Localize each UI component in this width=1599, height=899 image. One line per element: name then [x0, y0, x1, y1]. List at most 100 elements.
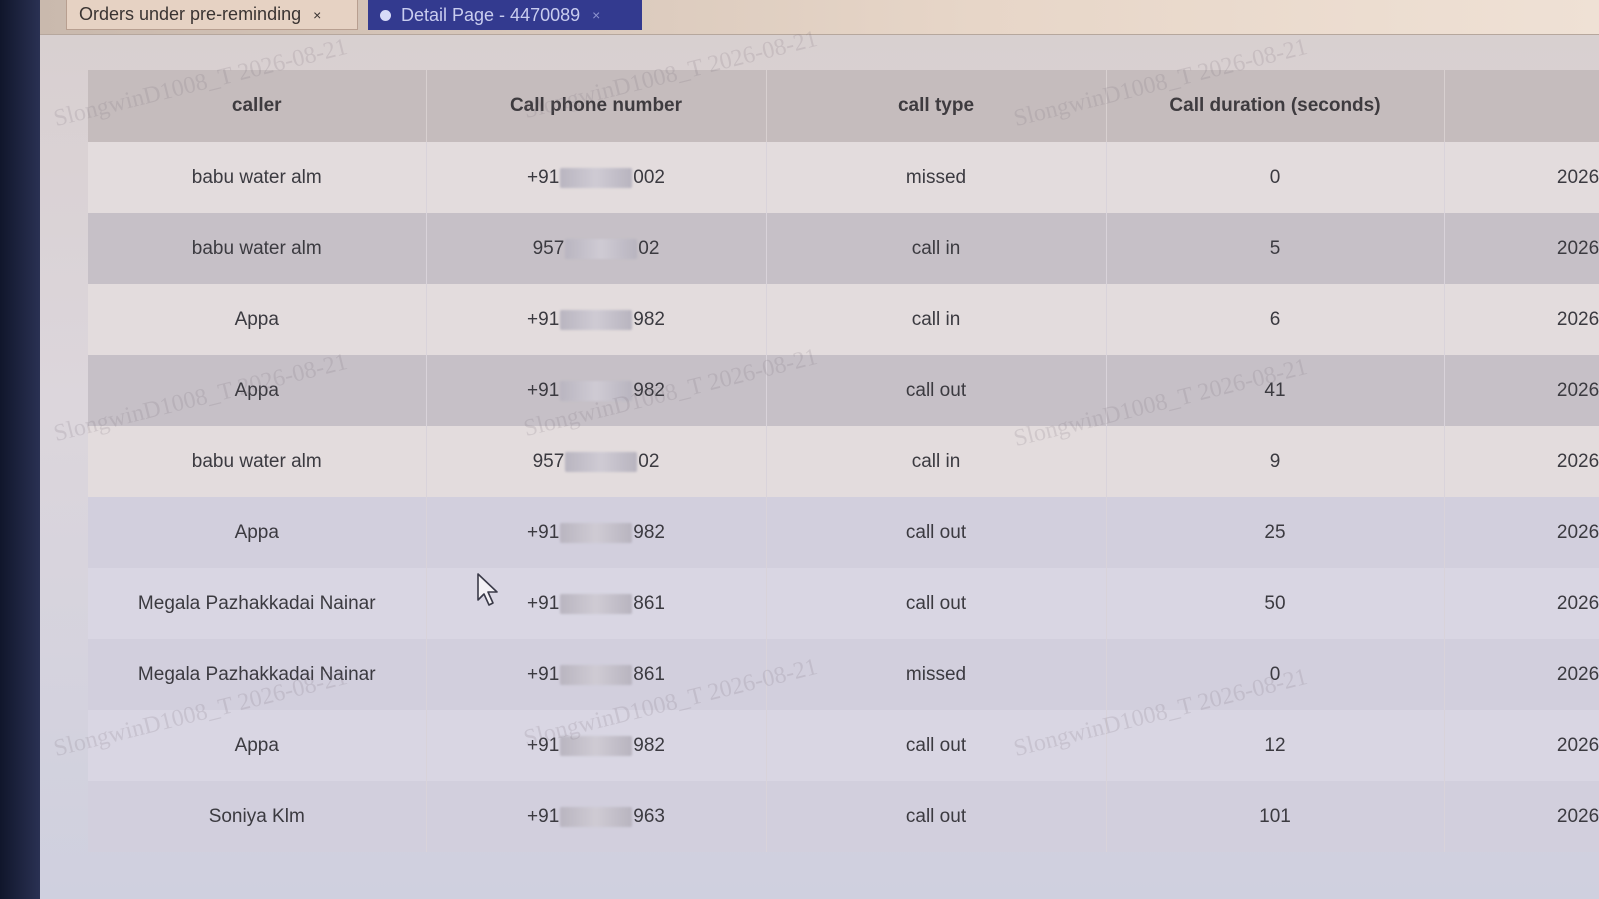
active-dot-icon	[380, 9, 391, 21]
phone-cell: +91 982	[426, 355, 767, 426]
date-cell: 2026-	[1444, 213, 1599, 284]
phone-suffix: 861	[633, 592, 665, 614]
phone-prefix: +91	[527, 663, 560, 685]
table-row[interactable]: Appa +91 982 call in6 2026-	[88, 284, 1599, 355]
table-row[interactable]: Soniya Klm +91 963 call out101 2026-	[88, 781, 1599, 852]
caller-cell: Appa	[88, 497, 427, 568]
call-type-cell: missed	[766, 142, 1107, 213]
call-type-cell: call out	[766, 355, 1107, 426]
caller-cell: Megala Pazhakkadai Nainar	[88, 568, 427, 639]
phone-suffix: 963	[633, 805, 665, 827]
date-cell: 2026-	[1444, 639, 1599, 710]
phone-cell: +91 002	[426, 142, 767, 213]
caller-cell: babu water alm	[88, 142, 427, 213]
duration-cell: 9	[1106, 426, 1445, 497]
date-cell: 2026-	[1444, 568, 1599, 639]
tab-label: Orders under pre-reminding	[79, 4, 302, 24]
redacted-digits	[560, 664, 633, 685]
phone-prefix: +91	[527, 379, 560, 401]
table-row[interactable]: babu water alm +91 002 missed0 2026-	[88, 142, 1599, 213]
tab-orders-pre-reminding[interactable]: Orders under pre-reminding ×	[66, 0, 358, 30]
date-cell: 2026-	[1444, 710, 1599, 781]
phone-cell: 957 02	[426, 213, 767, 284]
table-row[interactable]: babu water alm 957 02 call in5 2026-	[88, 213, 1599, 284]
table-row[interactable]: Appa +91 982 call out12 2026-	[88, 710, 1599, 781]
close-icon[interactable]: ×	[313, 7, 321, 23]
table-row[interactable]: Megala Pazhakkadai Nainar +91 861 call out 5…	[88, 568, 1599, 639]
redacted-digits	[565, 238, 638, 259]
phone-prefix: +91	[527, 166, 560, 188]
duration-cell: 0	[1106, 142, 1445, 213]
date-text: 2026-	[1556, 237, 1599, 259]
redacted-digits	[560, 380, 633, 401]
caller-cell: babu water alm	[88, 426, 427, 497]
caller-cell: Appa	[88, 710, 427, 781]
date-text: 2026-	[1556, 592, 1599, 614]
redacted-digits	[560, 309, 633, 330]
date-text: 2026-	[1556, 805, 1599, 827]
caller-cell: babu water alm	[88, 213, 427, 284]
phone-cell: +91 963	[426, 781, 767, 852]
table-header-row: caller Call phone number call type Call …	[88, 70, 1599, 142]
table-row[interactable]: babu water alm 957 02 call in9 2026-	[88, 426, 1599, 497]
date-text: 2026-	[1556, 308, 1599, 330]
redacted-digits	[560, 806, 633, 827]
phone-prefix: +91	[527, 521, 560, 543]
phone-suffix: 982	[633, 308, 665, 330]
close-icon[interactable]: ×	[592, 7, 600, 23]
phone-suffix: 02	[638, 237, 660, 259]
date-text: 2026-	[1556, 734, 1599, 756]
redacted-digits	[560, 167, 633, 188]
call-type-cell: call in	[766, 213, 1107, 284]
call-type-cell: call out	[766, 781, 1107, 852]
table-row[interactable]: Megala Pazhakkadai Nainar +91 861 missed 0 20…	[88, 639, 1599, 710]
tab-bar: Orders under pre-reminding × Detail Page…	[40, 0, 1599, 35]
redacted-digits	[560, 593, 633, 614]
phone-prefix: 957	[532, 237, 565, 259]
date-text: 2026-	[1556, 521, 1599, 543]
date-cell: 2026-	[1444, 142, 1599, 213]
call-type-cell: call out	[766, 568, 1107, 639]
phone-suffix: 982	[633, 521, 665, 543]
duration-cell: 101	[1106, 781, 1445, 852]
phone-cell: 957 02	[426, 426, 767, 497]
phone-cell: +91 982	[426, 497, 767, 568]
phone-suffix: 002	[633, 166, 665, 188]
phone-prefix: 957	[532, 450, 565, 472]
call-type-cell: call out	[766, 710, 1107, 781]
header-caller: caller	[88, 70, 427, 142]
mouse-cursor-icon	[477, 573, 498, 606]
duration-cell: 25	[1106, 497, 1445, 568]
table-row[interactable]: Appa +91 982 call out25 2026-	[88, 497, 1599, 568]
phone-suffix: 982	[633, 734, 665, 756]
date-cell: 2026-	[1444, 781, 1599, 852]
header-call-type: call type	[766, 70, 1107, 142]
header-phone-number: Call phone number	[426, 70, 767, 142]
screen: Orders under pre-reminding × Detail Page…	[40, 0, 1599, 899]
table-row[interactable]: Appa +91 982 call out41 2026-	[88, 355, 1599, 426]
monitor-bezel	[0, 0, 40, 899]
caller-cell: Appa	[88, 284, 427, 355]
date-cell: 2026-	[1444, 497, 1599, 568]
phone-cell: +91 861	[426, 639, 767, 710]
duration-cell: 0	[1106, 639, 1445, 710]
tab-detail-page[interactable]: Detail Page - 4470089 ×	[368, 0, 642, 30]
date-cell: 2026-	[1444, 426, 1599, 497]
duration-cell: 12	[1106, 710, 1445, 781]
duration-cell: 41	[1106, 355, 1445, 426]
phone-prefix: +91	[527, 308, 560, 330]
phone-suffix: 982	[633, 379, 665, 401]
duration-cell: 6	[1106, 284, 1445, 355]
call-log-table: caller Call phone number call type Call …	[88, 70, 1599, 852]
phone-prefix: +91	[527, 805, 560, 827]
caller-cell: Soniya Klm	[88, 781, 427, 852]
tab-label: Detail Page - 4470089	[401, 4, 581, 25]
duration-cell: 5	[1106, 213, 1445, 284]
redacted-digits	[560, 522, 633, 543]
date-cell: 2026-	[1444, 355, 1599, 426]
caller-cell: Megala Pazhakkadai Nainar	[88, 639, 427, 710]
phone-prefix: +91	[527, 592, 560, 614]
header-call-duration: Call duration (seconds)	[1106, 70, 1445, 142]
phone-prefix: +91	[527, 734, 560, 756]
date-text: 2026-	[1556, 450, 1599, 472]
